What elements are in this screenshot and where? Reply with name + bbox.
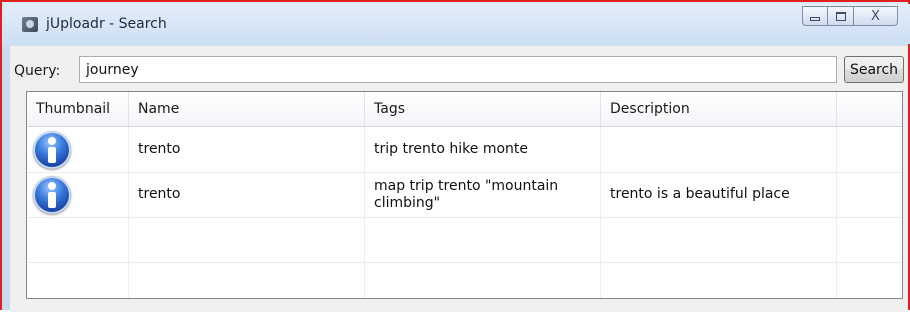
empty-cell bbox=[129, 262, 365, 298]
column-header-name[interactable]: Name bbox=[129, 92, 365, 126]
query-input[interactable] bbox=[79, 56, 837, 83]
description-cell: trento is a beautiful place bbox=[601, 172, 837, 217]
table-row[interactable]: trento map trip trento "mountain climbin… bbox=[27, 172, 902, 218]
close-icon: X bbox=[871, 8, 880, 24]
thumbnail-cell bbox=[27, 172, 129, 217]
column-header-thumbnail[interactable]: Thumbnail bbox=[27, 92, 129, 126]
empty-cell bbox=[365, 217, 601, 262]
tags-cell: trip trento hike monte bbox=[365, 127, 601, 172]
empty-row bbox=[27, 262, 902, 298]
name-cell: trento bbox=[129, 127, 365, 172]
tags-cell: map trip trento "mountain climbing" bbox=[365, 172, 601, 217]
minimize-icon bbox=[810, 17, 820, 21]
maximize-button[interactable] bbox=[828, 6, 854, 26]
column-header-filler bbox=[837, 92, 902, 126]
window-title: jUploadr - Search bbox=[46, 16, 167, 32]
empty-cell bbox=[601, 262, 837, 298]
close-button[interactable]: X bbox=[854, 6, 898, 26]
description-cell bbox=[601, 127, 837, 172]
column-header-description[interactable]: Description bbox=[601, 92, 837, 126]
window-frame: jUploadr - Search X Query: Search Thumbn… bbox=[0, 0, 910, 312]
minimize-button[interactable] bbox=[802, 6, 828, 26]
app-icon bbox=[22, 17, 38, 32]
empty-cell bbox=[365, 262, 601, 298]
empty-cell bbox=[601, 217, 837, 262]
table-row[interactable]: trento trip trento hike monte bbox=[27, 127, 902, 173]
title-bar[interactable]: jUploadr - Search X bbox=[4, 4, 910, 44]
empty-cell bbox=[129, 217, 365, 262]
info-icon bbox=[33, 130, 71, 169]
name-cell: trento bbox=[129, 172, 365, 217]
search-button[interactable]: Search bbox=[844, 56, 904, 83]
empty-cell bbox=[27, 262, 129, 298]
column-header-tags[interactable]: Tags bbox=[365, 92, 601, 126]
table-header: Thumbnail Name Tags Description bbox=[27, 92, 902, 127]
info-icon bbox=[33, 175, 71, 214]
empty-row bbox=[27, 217, 902, 263]
empty-cell bbox=[27, 217, 129, 262]
search-panel: Query: Search Thumbnail Name Tags Descri… bbox=[10, 46, 908, 312]
maximize-icon bbox=[835, 11, 846, 21]
query-label: Query: bbox=[14, 63, 61, 79]
thumbnail-cell bbox=[27, 127, 129, 172]
window-controls: X bbox=[802, 6, 898, 28]
results-table: Thumbnail Name Tags Description trento t… bbox=[26, 91, 903, 299]
